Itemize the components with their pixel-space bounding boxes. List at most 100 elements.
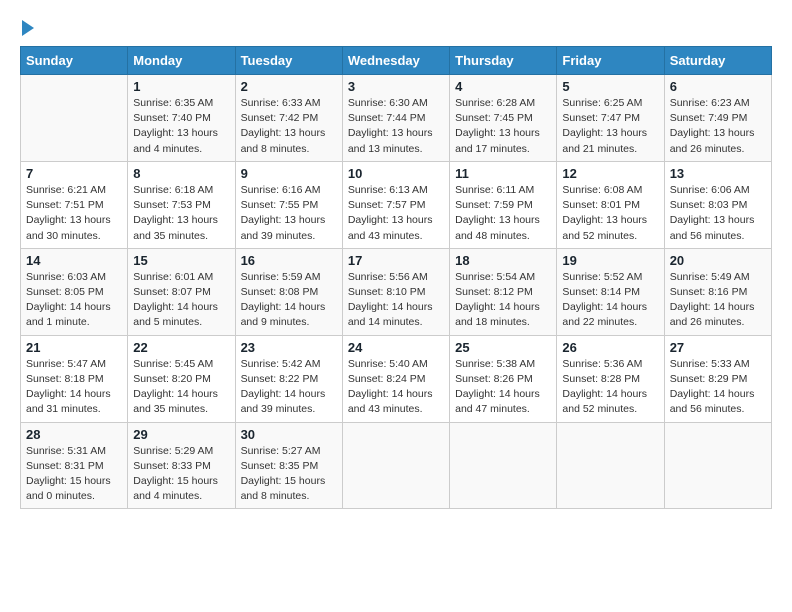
calendar-cell: 22 Sunrise: 5:45 AMSunset: 8:20 PMDayligh… — [128, 335, 235, 422]
day-number: 23 — [241, 340, 337, 355]
col-header-wednesday: Wednesday — [342, 47, 449, 75]
day-detail: Sunrise: 6:03 AMSunset: 8:05 PMDaylight:… — [26, 270, 122, 331]
day-number: 22 — [133, 340, 229, 355]
week-row-4: 21 Sunrise: 5:47 AMSunset: 8:18 PMDayligh… — [21, 335, 772, 422]
day-number: 1 — [133, 79, 229, 94]
day-detail: Sunrise: 5:38 AMSunset: 8:26 PMDaylight:… — [455, 357, 551, 418]
calendar-cell: 15 Sunrise: 6:01 AMSunset: 8:07 PMDayligh… — [128, 248, 235, 335]
col-header-friday: Friday — [557, 47, 664, 75]
calendar-cell: 20 Sunrise: 5:49 AMSunset: 8:16 PMDayligh… — [664, 248, 771, 335]
day-detail: Sunrise: 5:36 AMSunset: 8:28 PMDaylight:… — [562, 357, 658, 418]
day-detail: Sunrise: 5:54 AMSunset: 8:12 PMDaylight:… — [455, 270, 551, 331]
day-number: 28 — [26, 427, 122, 442]
calendar-cell: 14 Sunrise: 6:03 AMSunset: 8:05 PMDayligh… — [21, 248, 128, 335]
day-number: 27 — [670, 340, 766, 355]
day-number: 6 — [670, 79, 766, 94]
day-detail: Sunrise: 5:31 AMSunset: 8:31 PMDaylight:… — [26, 444, 122, 505]
logo — [20, 20, 34, 36]
day-detail: Sunrise: 6:01 AMSunset: 8:07 PMDaylight:… — [133, 270, 229, 331]
logo-triangle-icon — [22, 20, 34, 36]
col-header-monday: Monday — [128, 47, 235, 75]
calendar-cell: 3 Sunrise: 6:30 AMSunset: 7:44 PMDaylight… — [342, 75, 449, 162]
day-number: 20 — [670, 253, 766, 268]
day-detail: Sunrise: 5:45 AMSunset: 8:20 PMDaylight:… — [133, 357, 229, 418]
day-number: 26 — [562, 340, 658, 355]
day-detail: Sunrise: 5:40 AMSunset: 8:24 PMDaylight:… — [348, 357, 444, 418]
day-detail: Sunrise: 6:08 AMSunset: 8:01 PMDaylight:… — [562, 183, 658, 244]
day-number: 15 — [133, 253, 229, 268]
day-number: 4 — [455, 79, 551, 94]
calendar-cell: 1 Sunrise: 6:35 AMSunset: 7:40 PMDaylight… — [128, 75, 235, 162]
day-detail: Sunrise: 5:47 AMSunset: 8:18 PMDaylight:… — [26, 357, 122, 418]
calendar-cell: 12 Sunrise: 6:08 AMSunset: 8:01 PMDayligh… — [557, 161, 664, 248]
calendar-cell: 26 Sunrise: 5:36 AMSunset: 8:28 PMDayligh… — [557, 335, 664, 422]
day-number: 11 — [455, 166, 551, 181]
col-header-thursday: Thursday — [450, 47, 557, 75]
day-detail: Sunrise: 6:21 AMSunset: 7:51 PMDaylight:… — [26, 183, 122, 244]
week-row-1: 1 Sunrise: 6:35 AMSunset: 7:40 PMDaylight… — [21, 75, 772, 162]
day-number: 3 — [348, 79, 444, 94]
day-number: 10 — [348, 166, 444, 181]
day-number: 7 — [26, 166, 122, 181]
day-number: 14 — [26, 253, 122, 268]
col-header-saturday: Saturday — [664, 47, 771, 75]
day-detail: Sunrise: 5:49 AMSunset: 8:16 PMDaylight:… — [670, 270, 766, 331]
day-detail: Sunrise: 6:16 AMSunset: 7:55 PMDaylight:… — [241, 183, 337, 244]
day-number: 17 — [348, 253, 444, 268]
calendar-cell: 30 Sunrise: 5:27 AMSunset: 8:35 PMDayligh… — [235, 422, 342, 509]
calendar-cell — [557, 422, 664, 509]
day-detail: Sunrise: 6:13 AMSunset: 7:57 PMDaylight:… — [348, 183, 444, 244]
day-number: 12 — [562, 166, 658, 181]
header — [20, 20, 772, 36]
calendar-cell: 28 Sunrise: 5:31 AMSunset: 8:31 PMDayligh… — [21, 422, 128, 509]
calendar-table: SundayMondayTuesdayWednesdayThursdayFrid… — [20, 46, 772, 509]
day-number: 13 — [670, 166, 766, 181]
calendar-cell: 21 Sunrise: 5:47 AMSunset: 8:18 PMDayligh… — [21, 335, 128, 422]
day-detail: Sunrise: 6:33 AMSunset: 7:42 PMDaylight:… — [241, 96, 337, 157]
day-detail: Sunrise: 5:42 AMSunset: 8:22 PMDaylight:… — [241, 357, 337, 418]
calendar-cell: 27Sunrise: 5:33 AMSunset: 8:29 PMDayligh… — [664, 335, 771, 422]
day-detail: Sunrise: 5:56 AMSunset: 8:10 PMDaylight:… — [348, 270, 444, 331]
day-number: 24 — [348, 340, 444, 355]
calendar-cell — [21, 75, 128, 162]
calendar-cell — [342, 422, 449, 509]
day-detail: Sunrise: 6:23 AMSunset: 7:49 PMDaylight:… — [670, 96, 766, 157]
day-number: 30 — [241, 427, 337, 442]
day-detail: Sunrise: 5:59 AMSunset: 8:08 PMDaylight:… — [241, 270, 337, 331]
day-detail: Sunrise: 5:52 AMSunset: 8:14 PMDaylight:… — [562, 270, 658, 331]
col-header-sunday: Sunday — [21, 47, 128, 75]
week-row-2: 7 Sunrise: 6:21 AMSunset: 7:51 PMDaylight… — [21, 161, 772, 248]
week-row-3: 14 Sunrise: 6:03 AMSunset: 8:05 PMDayligh… — [21, 248, 772, 335]
calendar-cell: 29Sunrise: 5:29 AMSunset: 8:33 PMDayligh… — [128, 422, 235, 509]
day-number: 29 — [133, 427, 229, 442]
calendar-cell: 8Sunrise: 6:18 AMSunset: 7:53 PMDaylight… — [128, 161, 235, 248]
calendar-cell: 9 Sunrise: 6:16 AMSunset: 7:55 PMDaylight… — [235, 161, 342, 248]
day-detail: Sunrise: 6:30 AMSunset: 7:44 PMDaylight:… — [348, 96, 444, 157]
day-number: 21 — [26, 340, 122, 355]
day-number: 9 — [241, 166, 337, 181]
header-row: SundayMondayTuesdayWednesdayThursdayFrid… — [21, 47, 772, 75]
calendar-cell: 25Sunrise: 5:38 AMSunset: 8:26 PMDayligh… — [450, 335, 557, 422]
calendar-cell: 16 Sunrise: 5:59 AMSunset: 8:08 PMDayligh… — [235, 248, 342, 335]
day-detail: Sunrise: 5:27 AMSunset: 8:35 PMDaylight:… — [241, 444, 337, 505]
day-number: 5 — [562, 79, 658, 94]
calendar-cell: 6 Sunrise: 6:23 AMSunset: 7:49 PMDaylight… — [664, 75, 771, 162]
calendar-cell: 24 Sunrise: 5:40 AMSunset: 8:24 PMDayligh… — [342, 335, 449, 422]
day-detail: Sunrise: 6:35 AMSunset: 7:40 PMDaylight:… — [133, 96, 229, 157]
day-number: 18 — [455, 253, 551, 268]
day-detail: Sunrise: 6:25 AMSunset: 7:47 PMDaylight:… — [562, 96, 658, 157]
calendar-cell: 13Sunrise: 6:06 AMSunset: 8:03 PMDayligh… — [664, 161, 771, 248]
calendar-cell — [450, 422, 557, 509]
calendar-cell — [664, 422, 771, 509]
day-detail: Sunrise: 6:18 AMSunset: 7:53 PMDaylight:… — [133, 183, 229, 244]
calendar-cell: 23 Sunrise: 5:42 AMSunset: 8:22 PMDayligh… — [235, 335, 342, 422]
col-header-tuesday: Tuesday — [235, 47, 342, 75]
calendar-cell: 4Sunrise: 6:28 AMSunset: 7:45 PMDaylight… — [450, 75, 557, 162]
day-detail: Sunrise: 6:11 AMSunset: 7:59 PMDaylight:… — [455, 183, 551, 244]
day-number: 2 — [241, 79, 337, 94]
calendar-cell: 18 Sunrise: 5:54 AMSunset: 8:12 PMDayligh… — [450, 248, 557, 335]
day-number: 16 — [241, 253, 337, 268]
week-row-5: 28 Sunrise: 5:31 AMSunset: 8:31 PMDayligh… — [21, 422, 772, 509]
calendar-cell: 5 Sunrise: 6:25 AMSunset: 7:47 PMDaylight… — [557, 75, 664, 162]
calendar-cell: 11 Sunrise: 6:11 AMSunset: 7:59 PMDayligh… — [450, 161, 557, 248]
